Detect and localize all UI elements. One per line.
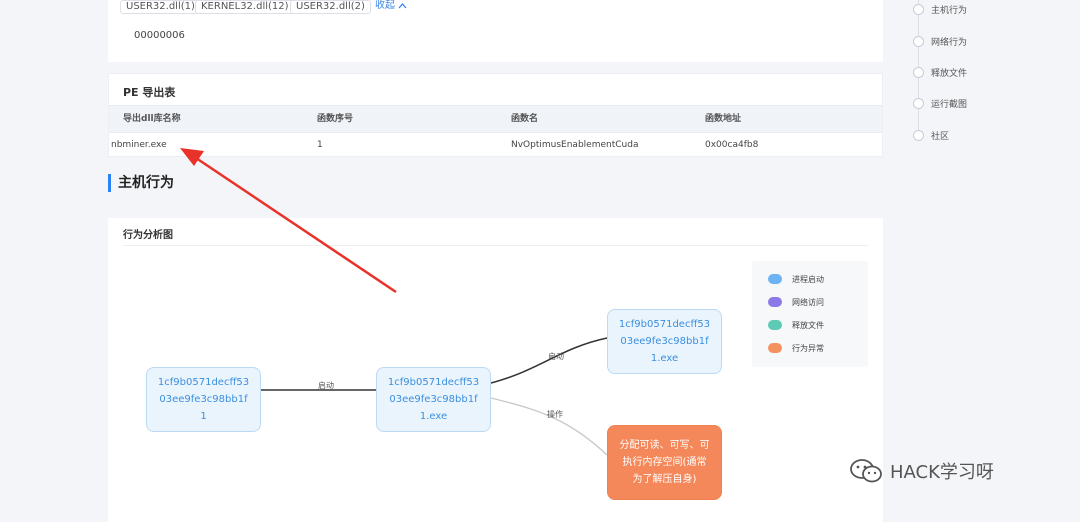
wechat-icon [850, 459, 882, 483]
annotation-arrow [180, 148, 397, 294]
watermark-text: HACK学习呀 [890, 462, 994, 483]
watermark: HACK学习呀 [848, 458, 994, 484]
arrow-shaft [195, 156, 397, 294]
arrow-head [180, 148, 204, 166]
